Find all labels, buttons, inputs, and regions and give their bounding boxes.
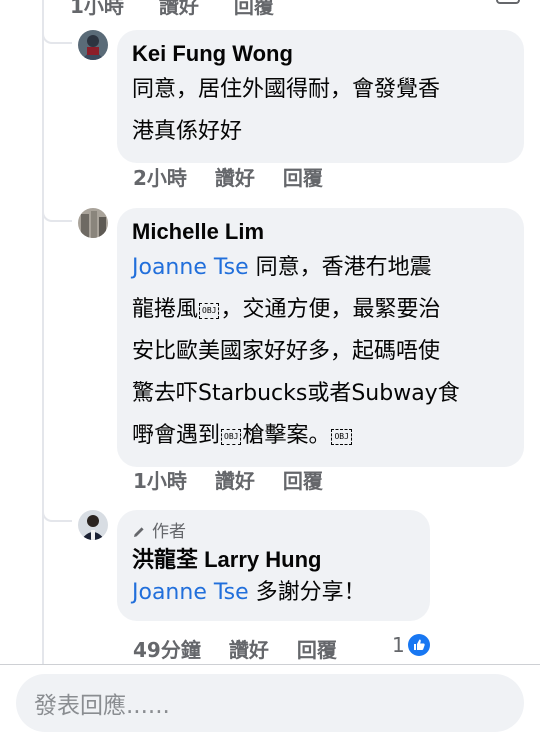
like-button[interactable]: 讚好 (215, 465, 255, 494)
object-placeholder-icon: OBJ (199, 303, 220, 319)
comment-text: Joanne Tse 多謝分享！ (132, 580, 366, 605)
reply-button[interactable]: 回覆 (283, 465, 323, 494)
comment-time[interactable]: 1小時 (133, 465, 187, 494)
object-placeholder-icon: OBJ (221, 429, 242, 445)
previous-reaction-icon (496, 0, 520, 4)
comment-bubble: 作者 洪龍荃 Larry Hung Joanne Tse 多謝分享！ (117, 510, 430, 621)
comment-bubble: Michelle Lim Joanne Tse 同意，香港冇地震 龍捲風 OBJ，… (117, 208, 524, 467)
previous-like-button[interactable]: 讚好 (159, 0, 199, 18)
reply-button[interactable]: 回覆 (297, 634, 337, 663)
author-badge: 作者 (132, 519, 414, 545)
comment-time[interactable]: 2小時 (133, 162, 187, 191)
composer-divider (0, 664, 540, 665)
thread-branch (42, 28, 72, 44)
comment-time[interactable]: 49分鐘 (133, 634, 201, 663)
previous-reply-button[interactable]: 回覆 (234, 0, 274, 18)
reply-button[interactable]: 回覆 (283, 162, 323, 191)
comment-input-placeholder: 發表回應...... (34, 693, 170, 719)
mention-link[interactable]: Joanne Tse (132, 255, 249, 280)
pencil-icon (134, 527, 144, 537)
comment-text: 同意，居住外國得耐，會發覺香 港真係好好 (132, 77, 441, 144)
commenter-name[interactable]: Kei Fung Wong (132, 39, 508, 69)
like-button[interactable]: 讚好 (229, 634, 269, 663)
avatar[interactable] (78, 30, 108, 60)
commenter-name[interactable]: 洪龍荃 Larry Hung (132, 545, 414, 575)
thread-line (42, 0, 44, 664)
comment-bubble: Kei Fung Wong 同意，居住外國得耐，會發覺香 港真係好好 (117, 30, 524, 163)
comment-input[interactable]: 發表回應...... (16, 674, 524, 732)
thumbs-up-icon (407, 634, 430, 656)
previous-comment-actions: 1小時 讚好 回覆 (70, 0, 302, 19)
comment-actions: 2小時 讚好 回覆 (133, 162, 351, 191)
comment-actions: 49分鐘 讚好 回覆 (133, 634, 365, 663)
mention-link[interactable]: Joanne Tse (132, 580, 249, 605)
comment-text: Joanne Tse 同意，香港冇地震 龍捲風 OBJ ，交通方便，最緊要治 安比歐… (132, 255, 460, 448)
reaction-summary[interactable]: 1 (392, 633, 430, 657)
commenter-name[interactable]: Michelle Lim (132, 217, 508, 247)
reaction-count: 1 (392, 633, 405, 657)
avatar[interactable] (78, 208, 108, 238)
comment-actions: 1小時 讚好 回覆 (133, 465, 351, 494)
previous-time: 1小時 (70, 0, 124, 18)
thread-branch (42, 506, 72, 522)
thread-branch (42, 206, 72, 222)
object-placeholder-icon: OBJ (331, 429, 352, 445)
avatar[interactable] (78, 510, 108, 540)
like-button[interactable]: 讚好 (215, 162, 255, 191)
